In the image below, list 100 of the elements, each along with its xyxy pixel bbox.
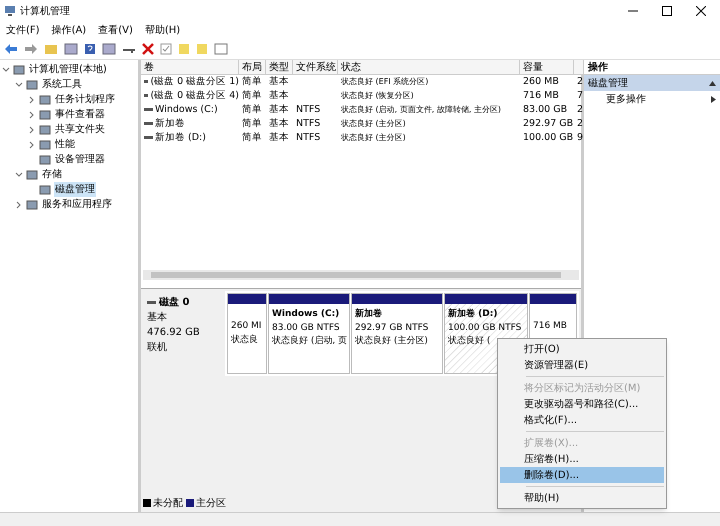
disk-name: 磁盘 0	[159, 296, 190, 310]
folder-tool-icon	[39, 94, 51, 106]
forward-arrow-icon[interactable]	[24, 42, 38, 54]
context-menu-item[interactable]: 压缩卷(H)...	[500, 451, 664, 467]
window-title: 计算机管理	[20, 4, 70, 18]
folder-tool-icon	[39, 184, 51, 196]
column-header[interactable]: 文件系统	[293, 60, 338, 74]
folder-tool-icon	[26, 78, 38, 90]
table-cell-text: NTFS	[296, 116, 320, 131]
help-icon[interactable]	[84, 42, 96, 54]
table-cell-text: NTFS	[296, 130, 320, 145]
disk-status: 联机	[147, 340, 168, 355]
column-header[interactable]: 类型	[266, 60, 293, 74]
menu-item[interactable]: 文件(F)	[6, 22, 40, 38]
table-cell: 状态良好 (恢复分区)	[341, 90, 414, 102]
column-header[interactable]: 容量	[520, 60, 574, 74]
table-cell-text: 9	[577, 130, 583, 145]
tree-item[interactable]: 服务和应用程序	[41, 197, 113, 212]
table-cell-text: 83.00 GB	[523, 102, 568, 117]
collapse-chevron-icon[interactable]	[28, 126, 36, 134]
table-cell-text: 100.00 GB	[523, 130, 574, 145]
menu-item[interactable]: 查看(V)	[98, 22, 133, 38]
expand-chevron-icon[interactable]	[15, 80, 23, 88]
console-icon[interactable]	[64, 42, 78, 54]
tree-item[interactable]: 任务计划程序	[54, 92, 116, 107]
column-header[interactable]: 状态	[338, 60, 520, 74]
delete-icon[interactable]	[142, 42, 154, 54]
table-cell: 状态良好 (主分区)	[341, 132, 406, 144]
tree-item[interactable]: 系统工具	[41, 77, 83, 92]
disk-size: 476.92 GB	[147, 326, 201, 340]
volume-icon	[144, 80, 148, 84]
partition-title: 新加卷 (D:)	[448, 308, 498, 321]
table-cell-text: 基本	[269, 130, 289, 145]
menu-item[interactable]: 操作(A)	[52, 22, 86, 38]
action-link[interactable]: 更多操作	[606, 92, 711, 106]
expand-chevron-icon[interactable]	[15, 170, 23, 178]
partition-size: 716 MB	[533, 320, 568, 333]
collapse-chevron-icon[interactable]	[28, 140, 36, 148]
table-cell-text: 2	[577, 74, 583, 89]
tree-item[interactable]: 磁盘管理	[54, 182, 96, 197]
collapse-chevron-icon[interactable]	[28, 96, 36, 104]
partition-header-bar	[228, 294, 266, 304]
submenu-caret-icon	[711, 96, 716, 102]
tree-item[interactable]: 共享文件夹	[54, 122, 106, 137]
back-arrow-icon[interactable]	[4, 42, 18, 54]
partition-size: 100.00 GB NTFS	[448, 322, 522, 334]
panel-icon[interactable]	[102, 42, 116, 54]
volume-icon	[144, 108, 153, 112]
table-cell-text: 简单	[242, 130, 262, 145]
partition-block[interactable]: 260 MI 状态良	[227, 293, 267, 374]
folder-tool-icon	[26, 198, 38, 210]
context-menu-item[interactable]: 更改驱动器号和路径(C)...	[500, 396, 664, 412]
column-header[interactable]: 布局	[239, 60, 266, 74]
partition-block[interactable]: 新加卷 292.97 GB NTFS 状态良好 (主分区)	[351, 293, 443, 374]
partition-size: 292.97 GB NTFS	[355, 322, 430, 334]
context-menu-item[interactable]: 帮助(H)	[500, 490, 664, 506]
table-cell-text: 基本	[269, 116, 289, 131]
collapse-chevron-icon[interactable]	[15, 200, 23, 208]
partition-block[interactable]: Windows (C:) 83.00 GB NTFS 状态良好 (启动, 页	[268, 293, 350, 374]
folder-tool-icon	[13, 64, 25, 76]
volume-icon	[144, 136, 153, 140]
table-cell-text: Windows (C:)	[155, 102, 218, 117]
tree-item[interactable]: 计算机管理(本地)	[28, 62, 108, 77]
tree-item[interactable]: 事件查看器	[54, 107, 106, 122]
tree-item[interactable]: 设备管理器	[54, 152, 106, 167]
expand-chevron-icon[interactable]	[2, 66, 10, 74]
table-cell-text: (磁盘 0 磁盘分区 4)	[150, 88, 239, 103]
volume-icon	[144, 94, 148, 98]
collapse-caret-icon[interactable]	[709, 80, 716, 86]
disk-type: 基本	[147, 310, 168, 325]
folder-tool-icon	[39, 108, 51, 120]
partition-status: 状态良好 (	[448, 335, 492, 348]
legend-label: 未分配	[153, 496, 183, 510]
table-cell-text: 基本	[269, 88, 289, 103]
partition-title: 新加卷	[355, 308, 383, 321]
tree-item[interactable]: 存储	[41, 167, 63, 182]
window-icon[interactable]	[214, 42, 228, 54]
table-cell-text: NTFS	[296, 102, 320, 117]
folder-tool-icon	[39, 154, 51, 166]
tree-item[interactable]: 性能	[54, 137, 76, 152]
table-cell: 状态良好 (EFI 系统分区)	[341, 76, 428, 88]
partition-title: Windows (C:)	[272, 308, 340, 321]
folder-tool-icon	[39, 124, 51, 136]
computer-icon	[4, 5, 16, 17]
partition-header-bar	[530, 294, 576, 304]
table-cell-text: 简单	[242, 116, 262, 131]
table-cell-text: 基本	[269, 74, 289, 89]
table-cell-text: 简单	[242, 102, 262, 117]
menu-item[interactable]: 帮助(H)	[144, 22, 180, 38]
context-menu-item[interactable]: 删除卷(D)...	[500, 467, 664, 483]
legend-label: 主分区	[196, 496, 226, 510]
column-header[interactable]: 卷	[141, 60, 239, 74]
horizontal-scrollbar[interactable]	[143, 270, 579, 280]
folder-tool-icon	[39, 138, 51, 150]
collapse-chevron-icon[interactable]	[28, 110, 36, 118]
check-page-icon[interactable]	[160, 42, 172, 54]
context-menu-item[interactable]: 格式化(F)...	[500, 412, 664, 428]
table-cell-text: 7	[577, 88, 583, 103]
partition-status: 状态良好 (启动, 页	[272, 335, 346, 348]
partition-status: 状态良好 (主分区)	[355, 335, 429, 348]
